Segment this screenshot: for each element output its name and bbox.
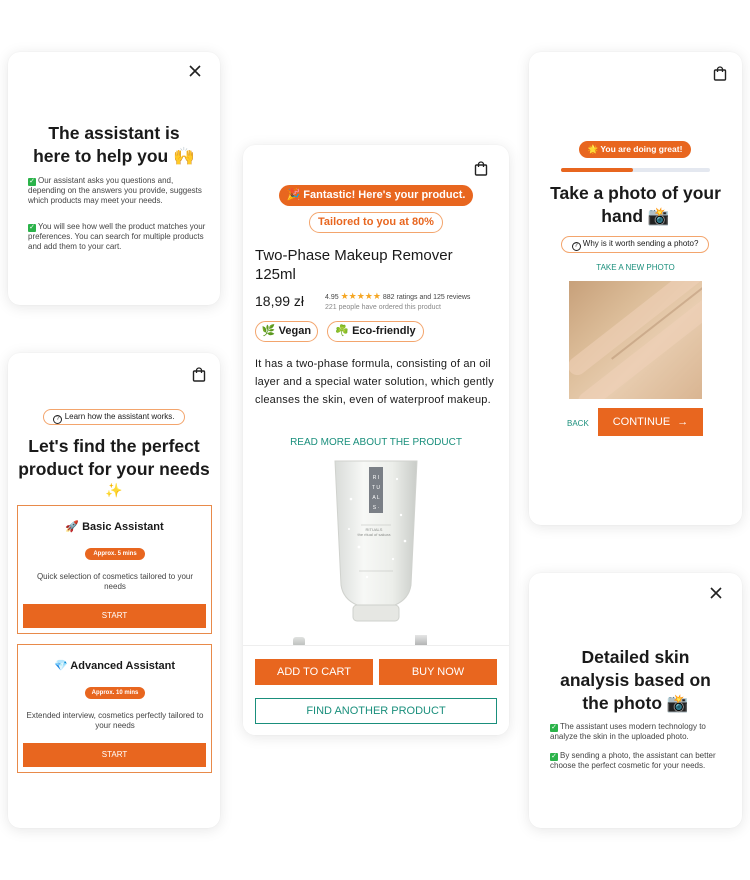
basic-assistant-option[interactable]: 🚀 Basic Assistant Approx. 5 mins Quick s… xyxy=(17,505,212,634)
star-rating-icon: ★★★★★ xyxy=(340,291,381,301)
why-photo-button[interactable]: ? Why is it worth sending a photo? xyxy=(561,236,709,253)
svg-text:S ·: S · xyxy=(373,505,380,511)
svg-text:R I: R I xyxy=(373,475,379,481)
back-link[interactable]: BACK xyxy=(567,419,589,428)
card-title: The assistant is here to help you 🙌 xyxy=(33,123,195,166)
product-name: Two-Phase Makeup Remover 125ml xyxy=(255,247,453,283)
svg-text:T U: T U xyxy=(372,485,380,491)
assistant-select-card: ? Learn how the assistant works. Let's f… xyxy=(8,353,220,828)
match-badge: Tailored to you at 80% xyxy=(309,212,443,233)
checkmark-icon: ✓ xyxy=(550,753,558,761)
checkmark-icon: ✓ xyxy=(28,224,36,232)
info-point: ✓ Our assistant asks you questions and, d… xyxy=(28,176,202,205)
time-badge: Approx. 5 mins xyxy=(85,548,145,560)
product-price: 18,99 zł xyxy=(255,293,305,309)
start-advanced-button[interactable]: START xyxy=(23,743,206,767)
card-title: Let's find the perfect product for your … xyxy=(18,436,210,498)
product-description: It has a two-phase formula, consisting o… xyxy=(255,358,494,406)
add-to-cart-button[interactable]: ADD TO CART xyxy=(255,659,373,685)
start-basic-button[interactable]: START xyxy=(23,604,206,628)
advanced-assistant-option[interactable]: 💎 Advanced Assistant Approx. 10 mins Ext… xyxy=(17,644,212,773)
info-point: ✓ By sending a photo, the assistant can b… xyxy=(550,751,716,770)
photo-upload-card: 🌟 You are doing great! Take a photo of y… xyxy=(529,52,742,525)
info-point: ✓ The assistant uses modern technology to… xyxy=(550,722,706,741)
orders-count: 221 people have ordered this product xyxy=(325,304,441,311)
tag-vegan: 🌿 Vegan xyxy=(255,321,318,342)
card-title: Take a photo of your hand 📸 xyxy=(550,183,721,226)
progress-fill xyxy=(561,168,633,172)
learn-how-button[interactable]: ? Learn how the assistant works. xyxy=(43,409,185,425)
buy-now-button[interactable]: BUY NOW xyxy=(379,659,497,685)
assistant-intro-card: The assistant is here to help you 🙌 ✓ Our… xyxy=(8,52,220,305)
close-icon[interactable] xyxy=(188,64,202,78)
read-more-link[interactable]: READ MORE ABOUT THE PRODUCT xyxy=(243,437,509,448)
checkmark-icon: ✓ xyxy=(550,724,558,732)
card-title: Detailed skin analysis based on the phot… xyxy=(560,647,711,713)
time-badge: Approx. 10 mins xyxy=(85,687,145,699)
hand-photo xyxy=(569,281,702,399)
option-title: 🚀 Basic Assistant xyxy=(65,521,164,533)
take-new-photo-link[interactable]: TAKE A NEW PHOTO xyxy=(529,263,742,272)
shopping-bag-icon[interactable] xyxy=(713,66,727,81)
info-icon: ? xyxy=(571,242,581,251)
progress-bar xyxy=(561,168,710,172)
progress-message: 🌟 You are doing great! xyxy=(579,141,691,158)
product-result-card: 🎉 Fantastic! Here's your product. Tailor… xyxy=(243,145,509,735)
shopping-bag-icon[interactable] xyxy=(192,367,206,382)
result-banner: 🎉 Fantastic! Here's your product. xyxy=(279,185,473,206)
tube-label: RITUALS the ritual of sakura xyxy=(357,527,391,537)
skin-analysis-card: Detailed skin analysis based on the phot… xyxy=(529,573,742,828)
find-another-button[interactable]: FIND ANOTHER PRODUCT xyxy=(255,698,497,724)
rating-count-link[interactable]: 882 ratings and 125 reviews xyxy=(383,294,471,301)
action-bar: ADD TO CART BUY NOW FIND ANOTHER PRODUCT xyxy=(243,645,509,735)
info-point: ✓ You will see how well the product match… xyxy=(28,222,206,251)
option-title: 💎 Advanced Assistant xyxy=(53,660,176,672)
arrow-right-icon: → xyxy=(677,416,689,428)
option-desc: Extended interview, cosmetics perfectly … xyxy=(26,711,204,730)
product-image: R I T U A L S · xyxy=(334,460,418,622)
rating-value: 4.95 xyxy=(325,294,339,301)
option-desc: Quick selection of cosmetics tailored to… xyxy=(36,572,194,591)
tag-eco-friendly: ☘️ Eco-friendly xyxy=(327,321,424,342)
checkmark-icon: ✓ xyxy=(28,178,36,186)
rating-block: 4.95 ★★★★★ 882 ratings and 125 reviews 2… xyxy=(325,291,470,313)
close-icon[interactable] xyxy=(709,586,723,600)
shopping-bag-icon[interactable] xyxy=(474,161,488,176)
continue-button[interactable]: CONTINUE → xyxy=(598,408,703,436)
svg-text:A L: A L xyxy=(372,495,379,501)
info-icon: ? xyxy=(53,415,63,424)
